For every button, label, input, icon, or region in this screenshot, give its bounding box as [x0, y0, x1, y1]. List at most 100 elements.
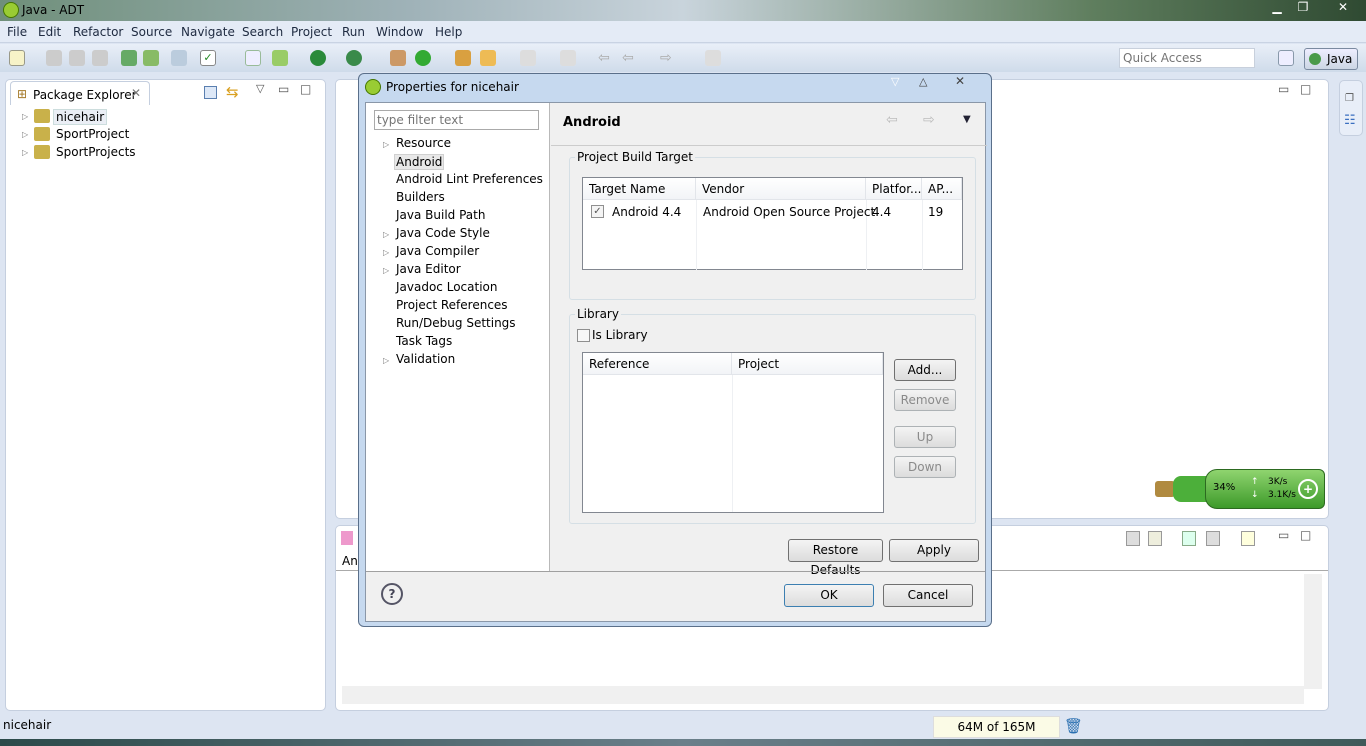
column-header[interactable]: AP...	[922, 178, 962, 200]
column-header[interactable]: Platfor...	[866, 178, 922, 200]
quick-access-input[interactable]	[1119, 48, 1255, 68]
minimize-panel-icon[interactable]: ▭	[1278, 528, 1289, 542]
java-perspective-button[interactable]: Java	[1304, 48, 1358, 70]
project-item[interactable]: SportProject	[56, 127, 129, 141]
page-menu-icon[interactable]: ▼	[963, 114, 971, 125]
column-header[interactable]: Target Name	[583, 178, 696, 200]
back-icon[interactable]: ⇦	[622, 50, 638, 66]
dialog-menu-icon[interactable]: ▽	[891, 75, 899, 88]
clear-log-icon[interactable]	[1126, 531, 1140, 546]
table-row[interactable]: ✓ Android 4.4 Android Open Source Projec…	[583, 202, 962, 222]
new-icon[interactable]	[9, 50, 25, 66]
link-with-editor-icon[interactable]: ⇆	[226, 83, 239, 101]
tree-item-task-tags[interactable]: Task Tags	[396, 334, 452, 348]
outline-icon[interactable]: ☷	[1344, 113, 1356, 128]
project-item[interactable]: nicehair	[53, 109, 108, 125]
close-view-icon[interactable]: ✕	[131, 86, 141, 100]
tree-item-resource[interactable]: Resource	[396, 136, 451, 150]
dialog-close-icon[interactable]: ✕	[955, 74, 965, 88]
is-library-checkbox[interactable]	[577, 329, 590, 342]
maximize-panel-icon[interactable]: □	[1300, 528, 1311, 542]
debug-icon[interactable]	[272, 50, 288, 66]
forward-icon[interactable]: ⇨	[923, 112, 935, 128]
save-icon[interactable]	[46, 50, 62, 66]
tree-item-java-compiler[interactable]: Java Compiler	[396, 244, 479, 258]
maximize-editor-icon[interactable]: □	[1300, 82, 1311, 96]
run-icon[interactable]	[310, 50, 326, 66]
menu-source[interactable]: Source	[131, 25, 172, 39]
menu-run[interactable]: Run	[342, 25, 365, 39]
menu-file[interactable]: File	[7, 25, 27, 39]
up-button[interactable]: Up	[894, 426, 956, 448]
target-checkbox[interactable]: ✓	[591, 205, 604, 218]
scroll-lock-icon[interactable]	[1148, 531, 1162, 546]
tree-item-java-build-path[interactable]: Java Build Path	[396, 208, 485, 222]
menu-navigate[interactable]: Navigate	[181, 25, 235, 39]
help-icon[interactable]: ?	[381, 583, 403, 605]
menu-refactor[interactable]: Refactor	[73, 25, 123, 39]
pin-editor-icon[interactable]	[705, 50, 721, 66]
tab-package-explorer[interactable]: ⊞ Package Explorer ✕	[10, 81, 150, 105]
dialog-maximize-icon[interactable]: △	[919, 75, 927, 88]
plus-icon[interactable]: +	[1298, 479, 1318, 499]
garbage-collect-icon[interactable]: 🗑	[1064, 717, 1083, 735]
vertical-scrollbar[interactable]	[1304, 574, 1322, 689]
menu-window[interactable]: Window	[376, 25, 423, 39]
minimize-view-icon[interactable]: ▭	[278, 82, 289, 96]
horizontal-scrollbar[interactable]	[342, 686, 1304, 704]
expand-arrow-icon[interactable]: ▷	[383, 266, 389, 275]
expand-arrow-icon[interactable]: ▷	[383, 140, 389, 149]
tree-item-java-code-style[interactable]: Java Code Style	[396, 226, 490, 240]
expand-arrow-icon[interactable]: ▷	[383, 230, 389, 239]
tree-item-android-lint-preferences[interactable]: Android Lint Preferences	[396, 172, 543, 186]
network-monitor-widget[interactable]: 34% ↑ ↓ 3K/s 3.1K/s +	[1155, 468, 1325, 510]
project-item[interactable]: SportProjects	[56, 145, 136, 159]
next-annotation-icon[interactable]	[520, 50, 536, 66]
minimize-window-button[interactable]: ▁	[1264, 0, 1290, 14]
back-icon[interactable]: ⇦	[886, 112, 898, 128]
new-class-icon[interactable]	[415, 50, 431, 66]
search-icon[interactable]	[480, 50, 496, 66]
view-menu-icon[interactable]: ▽	[256, 82, 264, 95]
menu-project[interactable]: Project	[291, 25, 332, 39]
save-all-icon[interactable]	[69, 50, 85, 66]
cancel-button[interactable]: Cancel	[883, 584, 973, 607]
sdk-manager-icon[interactable]	[121, 50, 137, 66]
ok-button[interactable]: OK	[784, 584, 874, 607]
lint-icon[interactable]	[171, 50, 187, 66]
external-tools-icon[interactable]	[346, 50, 362, 66]
column-header[interactable]: Vendor	[696, 178, 866, 200]
last-edit-icon[interactable]: ⇦	[598, 50, 614, 66]
expand-arrow-icon[interactable]: ▷	[383, 248, 389, 257]
tree-item-project-references[interactable]: Project References	[396, 298, 508, 312]
menu-help[interactable]: Help	[435, 25, 462, 39]
down-button[interactable]: Down	[894, 456, 956, 478]
filter-input[interactable]	[374, 110, 539, 130]
add-button[interactable]: Add...	[894, 359, 956, 381]
tree-item-run-debug-settings[interactable]: Run/Debug Settings	[396, 316, 516, 330]
tree-item-builders[interactable]: Builders	[396, 190, 445, 204]
restore-defaults-button[interactable]: Restore Defaults	[788, 539, 883, 577]
new-package-icon[interactable]	[390, 50, 406, 66]
tree-item-android[interactable]: Android	[394, 154, 445, 170]
pin-console-icon[interactable]	[1182, 531, 1196, 546]
close-window-button[interactable]: ✕	[1330, 0, 1356, 14]
tree-item-java-editor[interactable]: Java Editor	[396, 262, 461, 276]
tree-item-validation[interactable]: Validation	[396, 352, 455, 366]
minimize-editor-icon[interactable]: ▭	[1278, 82, 1289, 96]
open-type-icon[interactable]	[455, 50, 471, 66]
restore-icon[interactable]: ❐	[1345, 93, 1354, 104]
prev-annotation-icon[interactable]	[560, 50, 576, 66]
expand-arrow-icon[interactable]: ▷	[383, 356, 389, 365]
bottom-tab-label[interactable]: An	[342, 554, 358, 568]
restore-window-button[interactable]: ❐	[1290, 0, 1316, 14]
collapse-all-icon[interactable]	[204, 86, 217, 99]
remove-button[interactable]: Remove	[894, 389, 956, 411]
maximize-view-icon[interactable]: □	[300, 82, 311, 96]
print-icon[interactable]	[92, 50, 108, 66]
forward-icon[interactable]: ⇨	[660, 50, 676, 66]
new-android-class-icon[interactable]	[245, 50, 261, 66]
display-console-icon[interactable]	[1206, 531, 1220, 546]
avd-manager-icon[interactable]	[143, 50, 159, 66]
checkbox-task-icon[interactable]: ✓	[200, 50, 216, 66]
